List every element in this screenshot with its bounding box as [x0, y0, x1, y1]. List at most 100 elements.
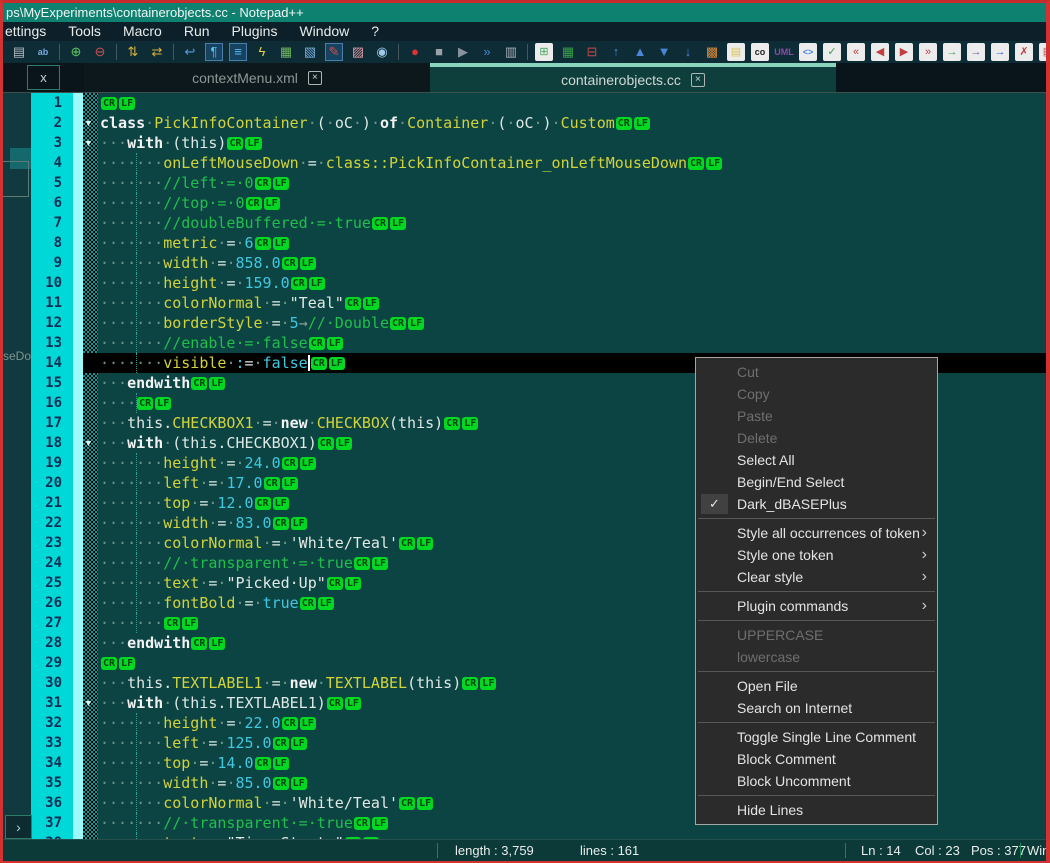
code-text[interactable]: ·······colorNormal·=·"Teal"CRLF — [98, 293, 1046, 313]
bookmark-margin[interactable] — [73, 353, 83, 373]
fold-margin[interactable]: ▼ — [83, 433, 98, 453]
tab-close-icon[interactable]: × — [691, 73, 705, 87]
plugin-uml-icon[interactable]: UML — [775, 43, 793, 61]
xml-tools-icon[interactable]: <> — [799, 43, 817, 61]
fold-margin[interactable] — [83, 753, 98, 773]
shortcut-mapper-icon[interactable]: ϟ — [253, 43, 271, 61]
bookmark-margin[interactable] — [73, 193, 83, 213]
fold-margin[interactable] — [83, 533, 98, 553]
nav-first-icon[interactable]: « — [847, 43, 865, 61]
fold-margin[interactable] — [83, 93, 98, 113]
line-number[interactable]: 19 — [31, 453, 73, 473]
fold-collapse-icon[interactable]: ▼ — [84, 438, 93, 448]
line-number[interactable]: 23 — [31, 533, 73, 553]
code-text[interactable]: ·······//top·=·0CRLF — [98, 193, 1046, 213]
code-line[interactable]: 1CRLF — [31, 93, 1046, 113]
line-number[interactable]: 7 — [31, 213, 73, 233]
bookmark-margin[interactable] — [73, 113, 83, 133]
bookmark-margin[interactable] — [73, 493, 83, 513]
line-number[interactable]: 27 — [31, 613, 73, 633]
bookmark-margin[interactable] — [73, 693, 83, 713]
line-number[interactable]: 17 — [31, 413, 73, 433]
word-wrap-icon[interactable]: ↩ — [181, 43, 199, 61]
project-folder-icon[interactable]: ▨ — [349, 43, 367, 61]
compare-green-icon[interactable]: → — [943, 43, 961, 61]
fold-margin[interactable] — [83, 153, 98, 173]
line-number[interactable]: 29 — [31, 653, 73, 673]
context-menu-item-select-all[interactable]: Select All — [696, 449, 937, 471]
line-number[interactable]: 33 — [31, 733, 73, 753]
bookmark-margin[interactable] — [73, 413, 83, 433]
move-down-icon[interactable]: ▼ — [655, 43, 673, 61]
bookmark-margin[interactable] — [73, 613, 83, 633]
context-menu-item-block-uncomment[interactable]: Block Uncomment — [696, 770, 937, 792]
context-menu-item-style-one-token[interactable]: Style one token› — [696, 544, 937, 566]
fold-margin[interactable] — [83, 593, 98, 613]
fold-margin[interactable] — [83, 453, 98, 473]
fold-collapse-icon[interactable]: ▼ — [84, 118, 93, 128]
line-number[interactable]: 13 — [31, 333, 73, 353]
code-line[interactable]: 11·······colorNormal·=·"Teal"CRLF — [31, 293, 1046, 313]
context-menu-item-clear-style[interactable]: Clear style› — [696, 566, 937, 588]
line-number[interactable]: 22 — [31, 513, 73, 533]
bookmark-margin[interactable] — [73, 473, 83, 493]
bookmark-margin[interactable] — [73, 533, 83, 553]
code-line[interactable]: 5 ·······//left·=·0CRLF — [31, 173, 1046, 193]
code-line[interactable]: 13·······//enable·=·falseCRLF — [31, 333, 1046, 353]
menu-item-tools[interactable]: Tools — [57, 22, 112, 41]
fold-margin[interactable] — [83, 393, 98, 413]
bookmark-margin[interactable] — [73, 813, 83, 833]
menu-item-macro[interactable]: Macro — [112, 22, 173, 41]
side-panel-expand-button[interactable]: › — [5, 815, 32, 839]
move-bottom-icon[interactable]: ↓ — [679, 43, 697, 61]
fold-margin[interactable] — [83, 193, 98, 213]
menu-item-ettings[interactable]: ettings — [3, 22, 57, 41]
bookmark-margin[interactable] — [73, 173, 83, 193]
bookmark-margin[interactable] — [73, 513, 83, 533]
code-line[interactable]: 8·······metric·=·6CRLF — [31, 233, 1046, 253]
line-number[interactable]: 37 — [31, 813, 73, 833]
line-number[interactable]: 28 — [31, 633, 73, 653]
code-line[interactable]: 7·······//doubleBuffered·=·trueCRLF — [31, 213, 1046, 233]
menu-item-plugins[interactable]: Plugins — [221, 22, 289, 41]
context-menu-item-dark-dbaseplus[interactable]: ✓Dark_dBASEPlus — [696, 493, 937, 515]
bookmark-margin[interactable] — [73, 393, 83, 413]
context-menu-item-search-on-internet[interactable]: Search on Internet — [696, 697, 937, 719]
fold-margin[interactable] — [83, 613, 98, 633]
doc-switcher-icon[interactable]: ▧ — [301, 43, 319, 61]
code-text[interactable]: ·······height·=·159.0CRLF — [98, 273, 1046, 293]
context-menu-item-hide-lines[interactable]: Hide Lines — [696, 799, 937, 821]
line-number[interactable]: 5 — [31, 173, 73, 193]
plugin-notes-icon[interactable]: ▤ — [727, 43, 745, 61]
bookmark-margin[interactable] — [73, 733, 83, 753]
code-text[interactable]: ·······//left·=·0CRLF — [98, 173, 1046, 193]
line-number[interactable]: 30 — [31, 673, 73, 693]
move-up-icon[interactable]: ▲ — [631, 43, 649, 61]
fold-margin[interactable] — [83, 213, 98, 233]
bookmark-margin[interactable] — [73, 653, 83, 673]
fold-margin[interactable] — [83, 173, 98, 193]
xml-check-icon[interactable]: ✓ — [823, 43, 841, 61]
fold-margin[interactable] — [83, 653, 98, 673]
indent-guide-icon[interactable]: ≡ — [229, 43, 247, 61]
bookmark-margin[interactable] — [73, 373, 83, 393]
line-number[interactable]: 12 — [31, 313, 73, 333]
bookmark-margin[interactable] — [73, 553, 83, 573]
context-menu-item-plugin-commands[interactable]: Plugin commands› — [696, 595, 937, 617]
nav-next-icon[interactable]: ▶ — [895, 43, 913, 61]
code-line[interactable]: 10·······height·=·159.0CRLF — [31, 273, 1046, 293]
plugin-table-add-icon[interactable]: ▦ — [559, 43, 577, 61]
context-menu-item-begin-end-select[interactable]: Begin/End Select — [696, 471, 937, 493]
bookmark-margin[interactable] — [73, 213, 83, 233]
menu-item-window[interactable]: Window — [288, 22, 360, 41]
fold-margin[interactable] — [83, 673, 98, 693]
bookmark-margin[interactable] — [73, 313, 83, 333]
line-number[interactable]: 26 — [31, 593, 73, 613]
code-text[interactable]: ···with·(this)CRLF — [98, 133, 1046, 153]
fold-margin[interactable] — [83, 573, 98, 593]
bookmark-margin[interactable] — [73, 713, 83, 733]
fold-margin[interactable] — [83, 773, 98, 793]
document-map-icon[interactable]: ▦ — [277, 43, 295, 61]
line-number[interactable]: 24 — [31, 553, 73, 573]
bookmark-margin[interactable] — [73, 633, 83, 653]
